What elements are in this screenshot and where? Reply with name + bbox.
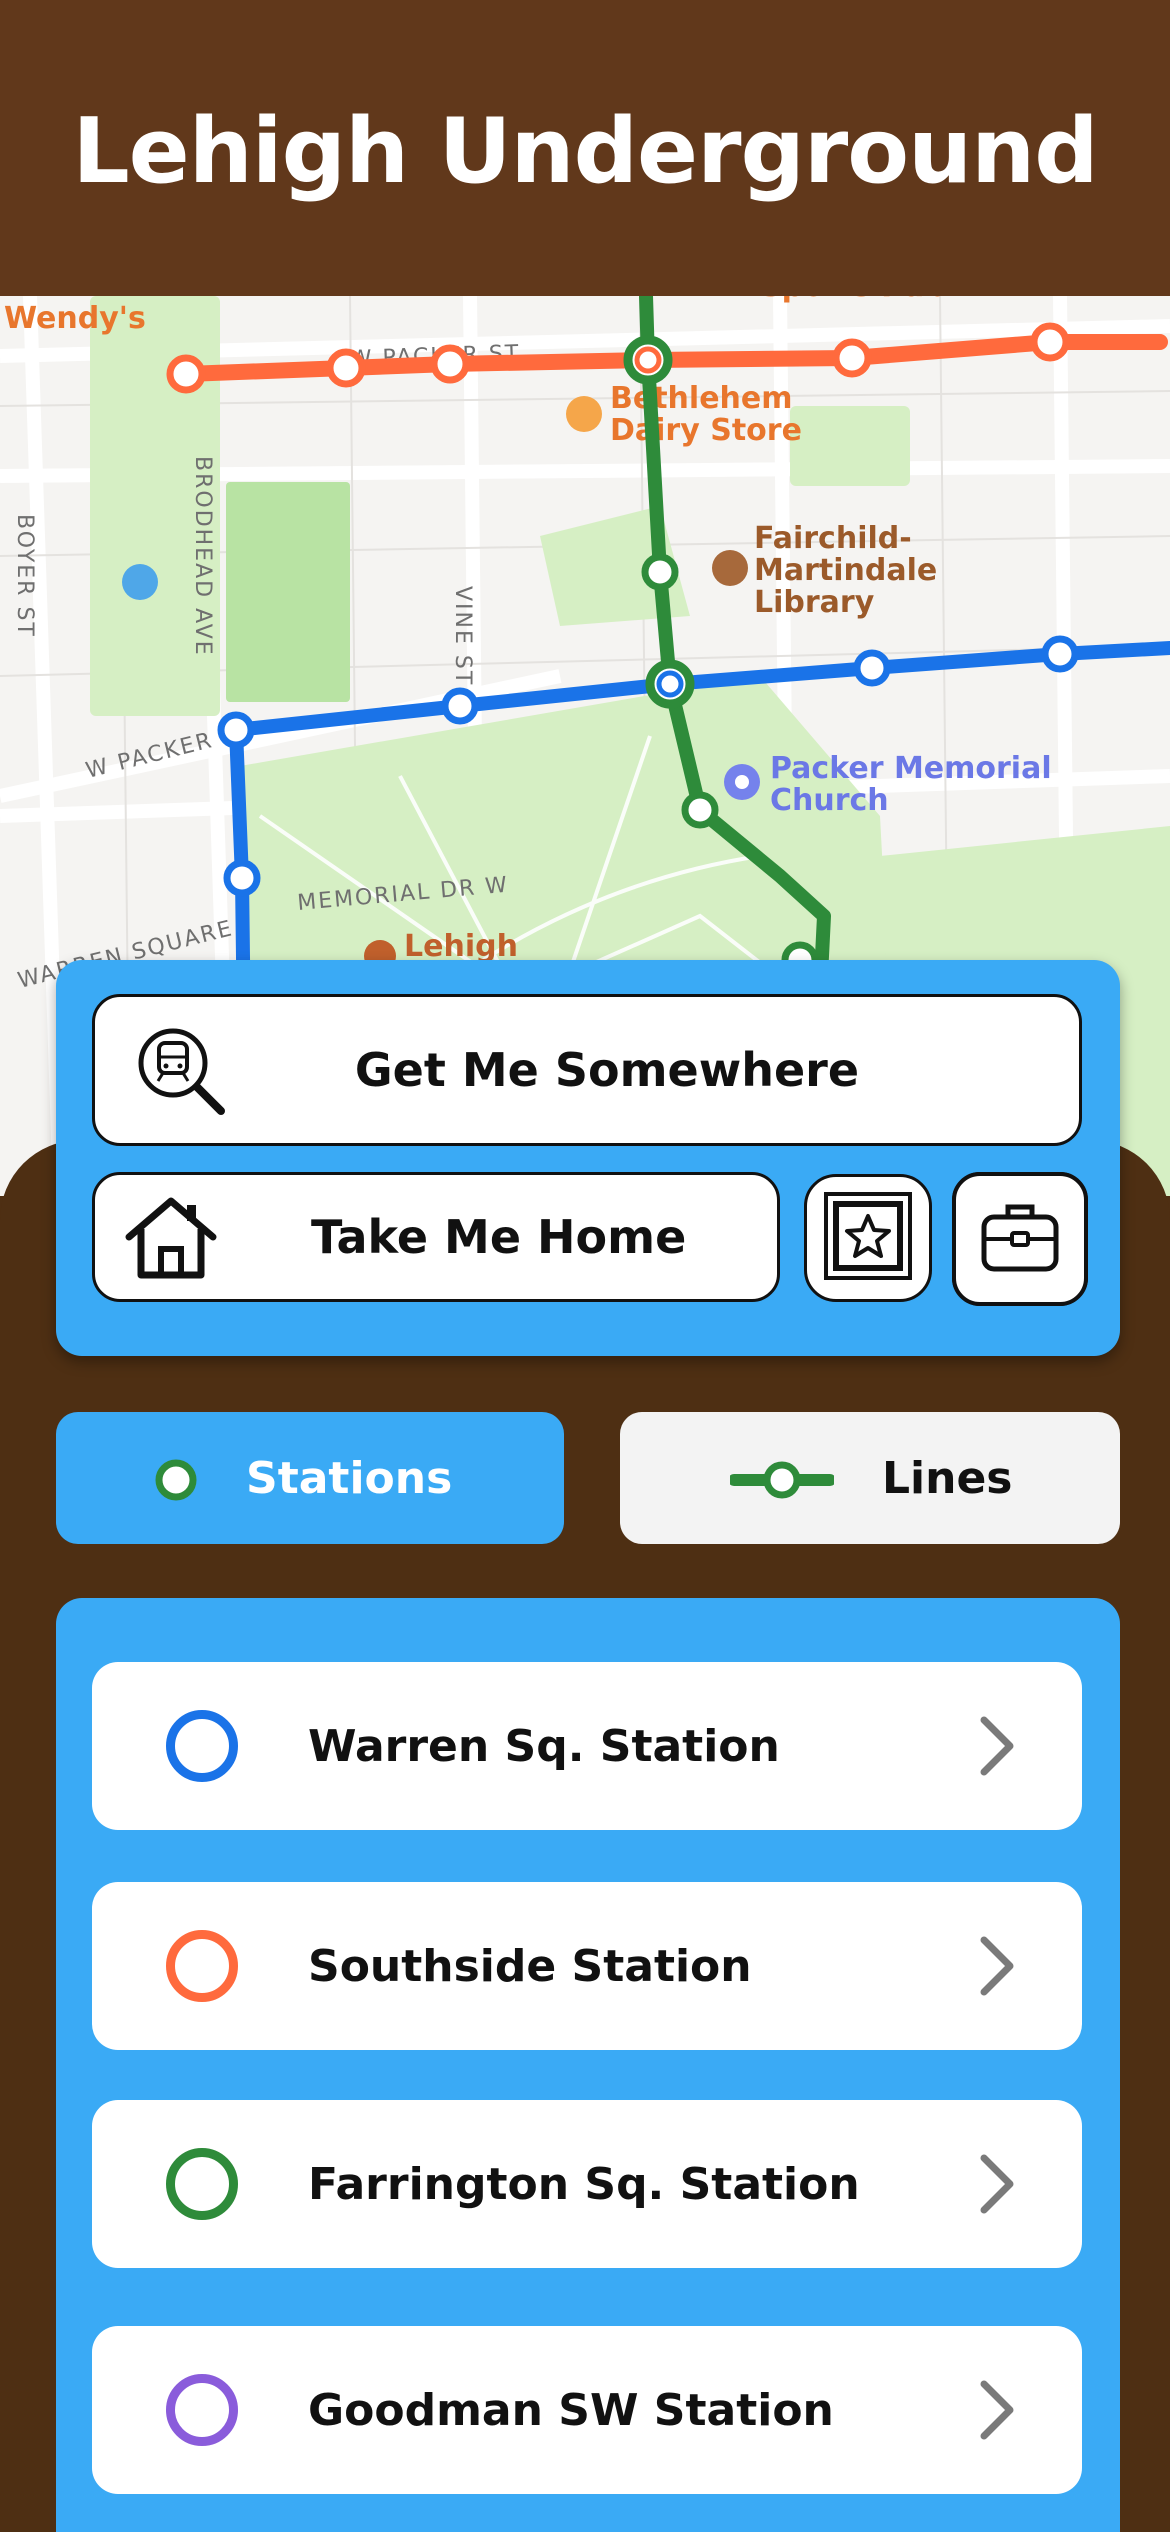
- station-color-ring: [166, 2374, 238, 2446]
- svg-text:Lehigh: Lehigh: [404, 929, 518, 964]
- svg-text:Wendy's: Wendy's: [4, 301, 146, 336]
- chevron-right-icon: [972, 2378, 1020, 2446]
- tab-lines[interactable]: Lines: [620, 1412, 1120, 1544]
- favorites-button[interactable]: [804, 1174, 932, 1302]
- tab-lines-label: Lines: [882, 1452, 1013, 1504]
- svg-text:BRODHEAD AVE: BRODHEAD AVE: [190, 456, 215, 657]
- chevron-right-icon: [972, 1714, 1020, 1782]
- take-me-home-label: Take Me Home: [311, 1210, 687, 1264]
- svg-text:Martindale: Martindale: [754, 553, 937, 588]
- station-name: Farrington Sq. Station: [308, 2158, 860, 2210]
- chevron-right-icon: [972, 2152, 1020, 2220]
- svg-text:Dairy Store: Dairy Store: [610, 413, 802, 448]
- svg-text:Fairchild-: Fairchild-: [754, 521, 912, 556]
- get-me-somewhere-button[interactable]: Get Me Somewhere: [92, 994, 1082, 1146]
- station-list: Warren Sq. Station Southside Station Far…: [56, 1598, 1120, 2532]
- svg-text:VINE ST: VINE ST: [450, 586, 475, 686]
- svg-text:Sports Pub: Sports Pub: [760, 296, 946, 304]
- svg-text:Bethlehem: Bethlehem: [610, 381, 793, 416]
- station-dot-icon: [152, 1456, 200, 1508]
- line-icon: [728, 1456, 836, 1508]
- tab-stations[interactable]: Stations: [56, 1412, 564, 1544]
- work-button[interactable]: [952, 1172, 1088, 1306]
- station-color-ring: [166, 2148, 238, 2220]
- station-item-farrington-sq[interactable]: Farrington Sq. Station: [92, 2100, 1082, 2268]
- briefcase-icon: [978, 1199, 1062, 1279]
- star-icon: [820, 1188, 916, 1288]
- take-me-home-button[interactable]: Take Me Home: [92, 1172, 780, 1302]
- svg-text:Packer Memorial: Packer Memorial: [770, 751, 1052, 786]
- get-me-somewhere-label: Get Me Somewhere: [354, 1043, 860, 1097]
- station-name: Southside Station: [308, 1940, 752, 1992]
- svg-text:Church: Church: [770, 783, 889, 818]
- station-color-ring: [166, 1930, 238, 2002]
- quick-actions-panel: Get Me Somewhere Take Me Home: [56, 960, 1120, 1356]
- svg-text:Library: Library: [754, 585, 875, 620]
- svg-text:BOYER ST: BOYER ST: [12, 514, 37, 638]
- station-item-goodman-sw[interactable]: Goodman SW Station: [92, 2326, 1082, 2494]
- svg-text:W PACKER: W PACKER: [83, 728, 215, 784]
- app-title: Lehigh Underground: [72, 98, 1098, 204]
- station-item-southside[interactable]: Southside Station: [92, 1882, 1082, 2050]
- tab-stations-label: Stations: [246, 1452, 453, 1504]
- station-item-warren-sq[interactable]: Warren Sq. Station: [92, 1662, 1082, 1830]
- station-color-ring: [166, 1710, 238, 1782]
- home-icon: [123, 1193, 219, 1287]
- chevron-right-icon: [972, 1934, 1020, 2002]
- app-header: Lehigh Underground: [0, 0, 1170, 296]
- station-name: Warren Sq. Station: [308, 1720, 780, 1772]
- station-name: Goodman SW Station: [308, 2384, 834, 2436]
